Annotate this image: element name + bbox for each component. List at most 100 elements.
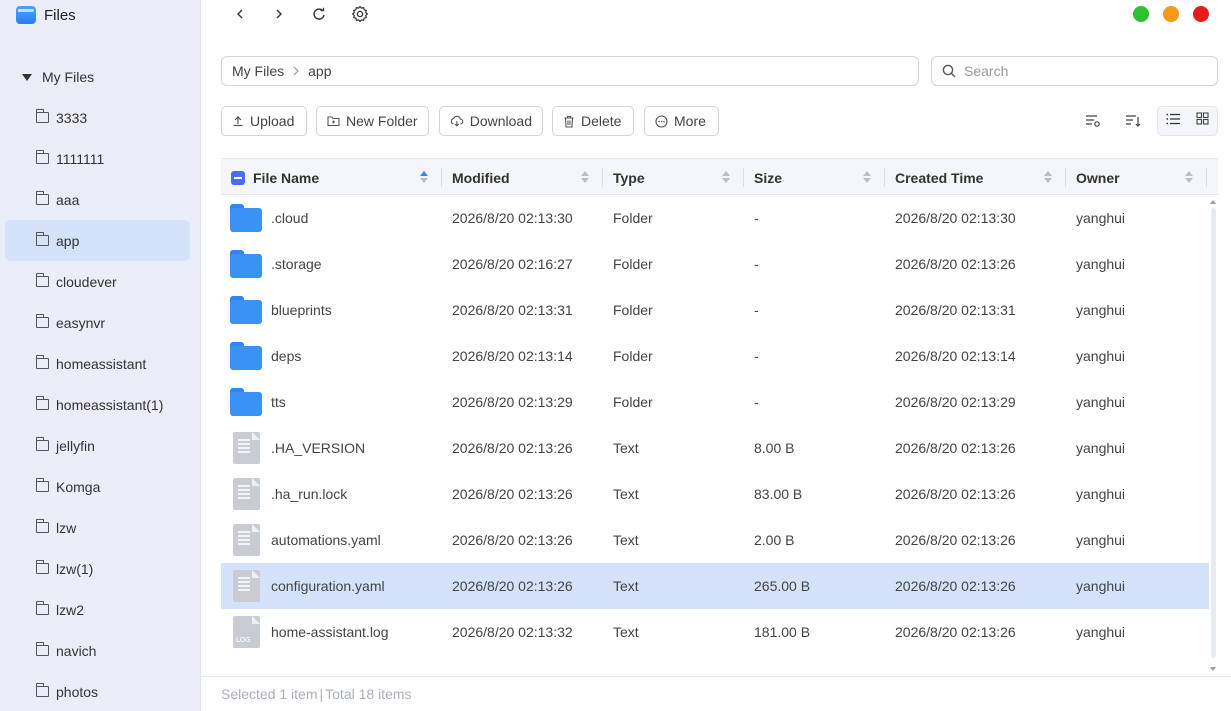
folder-icon <box>35 642 49 656</box>
sidebar-item[interactable]: homeassistant <box>5 343 190 384</box>
refresh-button[interactable] <box>309 4 329 24</box>
cell-name[interactable]: home-assistant.log <box>271 609 389 655</box>
sidebar-item[interactable]: lzw2 <box>5 589 190 630</box>
table-row[interactable]: LOG home-assistant.log 2026/8/20 02:13:32 T… <box>221 609 1209 655</box>
cell-name[interactable]: automations.yaml <box>271 517 381 563</box>
sort-arrows-icon[interactable] <box>420 171 428 185</box>
table-row[interactable]: configuration.yaml 2026/8/20 02:13:26 Text… <box>221 563 1209 609</box>
cell-owner: yanghui <box>1076 440 1126 456</box>
upload-button[interactable]: Upload <box>221 106 307 136</box>
list-view-icon <box>1166 113 1180 125</box>
tree-root-label: My Files <box>42 69 95 85</box>
sidebar-item[interactable]: lzw <box>5 507 190 548</box>
cell-name[interactable]: blueprints <box>271 287 332 333</box>
breadcrumb-current[interactable]: app <box>308 63 331 79</box>
breadcrumb-root[interactable]: My Files <box>232 63 284 79</box>
table-row[interactable]: deps 2026/8/20 02:13:14 Folder - 2026/8/20 0… <box>221 333 1209 379</box>
column-header-type[interactable]: Type <box>603 159 743 196</box>
list-view-button[interactable] <box>1166 112 1181 130</box>
scroll-thumb[interactable] <box>1211 208 1216 658</box>
table-row[interactable]: automations.yaml 2026/8/20 02:13:26 Text 2.… <box>221 517 1209 563</box>
folder-icon <box>35 191 49 205</box>
sort-button[interactable] <box>1118 106 1148 136</box>
table-row[interactable]: tts 2026/8/20 02:13:29 Folder - 2026/8/20 02… <box>221 379 1209 425</box>
cell-name[interactable]: tts <box>271 379 286 425</box>
cell-created: 2026/8/20 02:13:30 <box>895 210 1016 226</box>
cell-size: 181.00 B <box>754 624 811 640</box>
scroll-down-arrow-icon[interactable] <box>1210 667 1216 671</box>
cell-type: Text <box>613 532 639 548</box>
tree-root-my-files[interactable]: My Files <box>22 68 94 86</box>
vertical-scrollbar[interactable] <box>1209 196 1218 676</box>
sidebar-item[interactable]: 1111111 <box>5 138 190 179</box>
sidebar-item[interactable]: app <box>5 220 190 261</box>
cell-size: - <box>754 394 759 410</box>
sort-arrows-icon[interactable] <box>1044 171 1052 185</box>
table-row[interactable]: .ha_run.lock 2026/8/20 02:13:26 Text 83.00 … <box>221 471 1209 517</box>
cell-name[interactable]: .storage <box>271 241 322 287</box>
sidebar-item[interactable]: easynvr <box>5 302 190 343</box>
table-row[interactable]: .storage 2026/8/20 02:16:27 Folder - 2026/8/… <box>221 241 1209 287</box>
sidebar-item[interactable]: jellyfin <box>5 425 190 466</box>
sidebar-item[interactable]: aaa <box>5 179 190 220</box>
sidebar-item[interactable]: navich <box>5 630 190 671</box>
cell-name[interactable]: .HA_VERSION <box>271 425 365 471</box>
sidebar-item[interactable]: photos <box>5 671 190 711</box>
sort-arrows-icon[interactable] <box>581 171 589 185</box>
back-button[interactable] <box>230 4 250 24</box>
text-file-icon <box>233 478 260 510</box>
search-input[interactable] <box>964 63 1194 79</box>
sidebar-item[interactable]: cloudever <box>5 261 190 302</box>
table-row[interactable]: blueprints 2026/8/20 02:13:31 Folder - 2026/… <box>221 287 1209 333</box>
more-button[interactable]: More <box>644 106 719 136</box>
caret-down-icon[interactable] <box>22 73 32 81</box>
column-header-name[interactable]: File Name <box>221 159 441 196</box>
grid-view-button[interactable] <box>1196 112 1209 130</box>
sidebar-item-label: homeassistant <box>56 355 147 372</box>
sort-arrows-icon[interactable] <box>1185 171 1193 185</box>
sidebar-item[interactable]: lzw(1) <box>5 548 190 589</box>
table-row[interactable]: .cloud 2026/8/20 02:13:30 Folder - 2026/8/20… <box>221 195 1209 241</box>
app-brand: Files <box>16 4 76 26</box>
cell-name[interactable]: .cloud <box>271 195 308 241</box>
cell-created: 2026/8/20 02:13:14 <box>895 348 1016 364</box>
window-orange-button[interactable] <box>1163 6 1179 22</box>
cell-modified: 2026/8/20 02:13:26 <box>452 532 573 548</box>
sort-arrows-icon[interactable] <box>722 171 730 185</box>
column-header-modified[interactable]: Modified <box>442 159 602 196</box>
column-header-owner[interactable]: Owner <box>1066 159 1206 196</box>
window-green-button[interactable] <box>1133 6 1149 22</box>
sidebar-item-label: aaa <box>56 191 80 208</box>
sidebar-item[interactable]: Komga <box>5 466 190 507</box>
sort-icon <box>1126 115 1141 127</box>
search-box[interactable] <box>931 56 1218 86</box>
scroll-up-arrow-icon[interactable] <box>1210 200 1216 204</box>
cell-type: Folder <box>613 348 653 364</box>
window-red-button[interactable] <box>1193 6 1209 22</box>
select-all-checkbox[interactable] <box>231 170 245 185</box>
folder-icon <box>230 204 262 232</box>
cell-owner: yanghui <box>1076 486 1126 502</box>
column-divider <box>1206 168 1207 187</box>
column-header-size[interactable]: Size <box>744 159 884 196</box>
table-row[interactable]: .HA_VERSION 2026/8/20 02:13:26 Text 8.00 B 2… <box>221 425 1209 471</box>
column-header-created[interactable]: Created Time <box>885 159 1065 196</box>
column-settings-button[interactable] <box>1078 106 1108 136</box>
delete-button[interactable]: Delete <box>552 106 634 136</box>
sidebar-item-label: jellyfin <box>56 437 95 454</box>
cell-name[interactable]: deps <box>271 333 301 379</box>
cell-modified: 2026/8/20 02:13:29 <box>452 394 573 410</box>
sort-arrows-icon[interactable] <box>863 171 871 185</box>
forward-button[interactable] <box>269 4 289 24</box>
sidebar-item[interactable]: homeassistant(1) <box>5 384 190 425</box>
download-button[interactable]: Download <box>439 106 543 136</box>
sidebar-item[interactable]: 3333 <box>5 97 190 138</box>
cell-name[interactable]: .ha_run.lock <box>271 471 347 517</box>
cell-owner: yanghui <box>1076 348 1126 364</box>
log-file-icon: LOG <box>233 616 260 648</box>
cell-type: Folder <box>613 256 653 272</box>
settings-button[interactable] <box>350 4 370 24</box>
new-folder-button[interactable]: New Folder <box>316 106 429 136</box>
cell-name[interactable]: configuration.yaml <box>271 563 385 609</box>
sidebar-item-label: cloudever <box>56 273 117 290</box>
